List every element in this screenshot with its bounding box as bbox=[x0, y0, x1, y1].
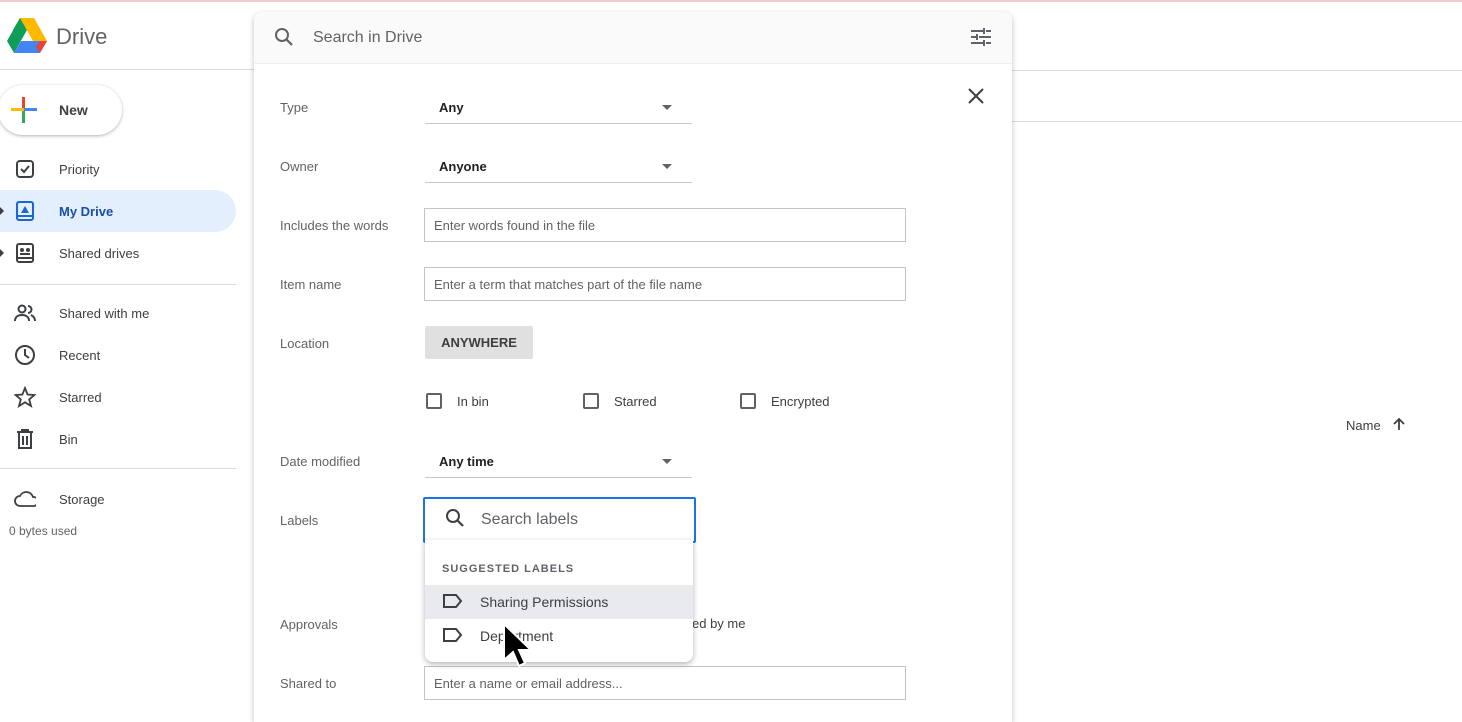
labels-dropdown: SUGGESTED LABELS Sharing Permissions Dep… bbox=[425, 540, 693, 662]
checkbox-label: Starred bbox=[614, 393, 657, 409]
checkbox-box[interactable] bbox=[740, 393, 756, 409]
starred-checkbox[interactable]: Starred bbox=[583, 393, 657, 409]
app-title: Drive bbox=[56, 24, 108, 49]
sidebar-item-recent[interactable]: Recent bbox=[0, 334, 236, 376]
arrow-up-icon[interactable] bbox=[1393, 417, 1405, 434]
checkbox-label: In bin bbox=[457, 393, 489, 409]
approvals-option[interactable]: ed by me bbox=[692, 616, 745, 631]
search-bar[interactable]: Search in Drive bbox=[254, 12, 1012, 64]
location-label: Location bbox=[280, 336, 330, 351]
my-drive-icon bbox=[14, 200, 36, 222]
search-input[interactable]: Search in Drive bbox=[313, 29, 422, 47]
checkbox-box[interactable] bbox=[583, 393, 599, 409]
suggested-labels-header: SUGGESTED LABELS bbox=[442, 563, 575, 575]
search-labels-placeholder: Search labels bbox=[481, 511, 578, 528]
new-button-label: New bbox=[59, 102, 88, 118]
sidebar-item-label: My Drive bbox=[59, 203, 114, 219]
search-icon[interactable] bbox=[274, 27, 294, 52]
includes-words-label: Includes the words bbox=[280, 218, 389, 233]
label-option-text: Sharing Permissions bbox=[480, 594, 609, 610]
storage-used: 0 bytes used bbox=[9, 524, 78, 538]
search-options-icon[interactable] bbox=[971, 28, 991, 51]
expand-caret-icon[interactable] bbox=[0, 249, 4, 257]
clock-icon bbox=[14, 344, 36, 366]
in-bin-checkbox[interactable]: In bin bbox=[426, 393, 489, 409]
sidebar-item-shared-with-me[interactable]: Shared with me bbox=[0, 292, 236, 334]
label-option-department[interactable]: Department bbox=[425, 619, 693, 653]
divider bbox=[0, 284, 236, 285]
priority-icon bbox=[14, 158, 36, 180]
type-select[interactable]: Any bbox=[425, 92, 692, 124]
type-value: Any bbox=[439, 100, 464, 115]
sidebar-item-my-drive[interactable]: My Drive bbox=[0, 190, 236, 232]
checkbox-box[interactable] bbox=[426, 393, 442, 409]
mouse-cursor-icon bbox=[502, 621, 534, 675]
divider bbox=[0, 69, 255, 70]
label-tag-icon bbox=[443, 593, 463, 611]
sort-by-name[interactable]: Name bbox=[1346, 417, 1405, 434]
divider bbox=[0, 468, 236, 469]
shared-to-label: Shared to bbox=[280, 676, 337, 691]
plus-icon bbox=[11, 97, 37, 123]
label-option-sharing-permissions[interactable]: Sharing Permissions bbox=[425, 585, 693, 619]
sort-label: Name bbox=[1346, 418, 1381, 433]
new-button[interactable]: New bbox=[0, 85, 122, 135]
approvals-label: Approvals bbox=[280, 617, 338, 632]
sidebar-item-storage[interactable]: Storage bbox=[0, 478, 236, 520]
dropdown-arrow-icon bbox=[662, 105, 672, 110]
divider bbox=[1012, 121, 1462, 122]
encrypted-checkbox[interactable]: Encrypted bbox=[740, 393, 830, 409]
owner-select[interactable]: Anyone bbox=[425, 151, 692, 183]
search-labels-input[interactable]: Search labels bbox=[423, 497, 696, 543]
sidebar-item-label: Bin bbox=[59, 431, 78, 447]
checkbox-label: Encrypted bbox=[771, 393, 830, 409]
item-name-label: Item name bbox=[280, 277, 342, 292]
sidebar-item-label: Shared drives bbox=[59, 245, 140, 261]
owner-label: Owner bbox=[280, 159, 319, 174]
date-modified-label: Date modified bbox=[280, 454, 361, 469]
owner-value: Anyone bbox=[439, 159, 487, 174]
location-anywhere-button[interactable]: ANYWHERE bbox=[425, 326, 533, 359]
expand-caret-icon[interactable] bbox=[0, 207, 4, 215]
dropdown-arrow-icon bbox=[662, 459, 672, 464]
type-label: Type bbox=[280, 100, 309, 115]
advanced-search-panel: Search in Drive Type Any Owner Anyone In… bbox=[254, 12, 1012, 722]
drive-logo[interactable] bbox=[7, 18, 47, 59]
shared-to-input[interactable]: Enter a name or email address... bbox=[424, 666, 906, 700]
sidebar-item-shared-drives[interactable]: Shared drives bbox=[0, 232, 236, 274]
divider bbox=[1012, 70, 1462, 71]
trash-icon bbox=[14, 428, 36, 450]
search-icon bbox=[445, 508, 465, 533]
sidebar-item-starred[interactable]: Starred bbox=[0, 376, 236, 418]
sidebar-item-label: Recent bbox=[59, 347, 101, 363]
sidebar-item-bin[interactable]: Bin bbox=[0, 418, 236, 460]
dropdown-arrow-icon bbox=[662, 164, 672, 169]
shared-drives-icon bbox=[14, 242, 36, 264]
sidebar-item-priority[interactable]: Priority bbox=[0, 148, 236, 190]
labels-label: Labels bbox=[280, 513, 319, 528]
date-modified-select[interactable]: Any time bbox=[425, 446, 692, 478]
star-icon bbox=[14, 386, 36, 408]
includes-words-input[interactable]: Enter words found in the file bbox=[424, 208, 906, 242]
sidebar-item-label: Priority bbox=[59, 161, 100, 177]
sidebar-item-label: Storage bbox=[59, 491, 105, 507]
date-modified-value: Any time bbox=[439, 454, 494, 469]
sidebar-item-label: Shared with me bbox=[59, 305, 150, 321]
label-tag-icon bbox=[443, 627, 463, 645]
item-name-input[interactable]: Enter a term that matches part of the fi… bbox=[424, 267, 906, 301]
sidebar-item-label: Starred bbox=[59, 389, 102, 405]
people-icon bbox=[14, 302, 36, 324]
close-icon[interactable] bbox=[968, 88, 984, 109]
cloud-icon bbox=[14, 488, 36, 510]
